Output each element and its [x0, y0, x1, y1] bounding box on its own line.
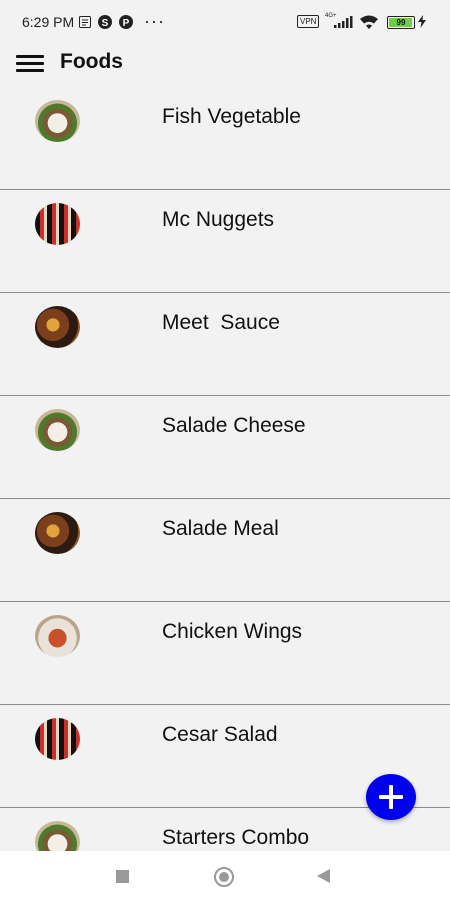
food-thumbnail — [35, 306, 80, 348]
recent-apps-button[interactable] — [116, 870, 129, 883]
food-thumbnail — [35, 615, 80, 657]
food-name: Starters Combo — [162, 826, 310, 849]
signal-icon — [334, 16, 353, 28]
app-bar: Foods — [0, 44, 450, 96]
battery-level: 99 — [396, 18, 406, 27]
food-name: Meet Sauce — [162, 311, 280, 334]
food-thumbnail — [35, 512, 80, 554]
food-thumbnail — [35, 409, 80, 451]
s-app-icon: S — [98, 15, 112, 29]
wifi-icon — [360, 15, 378, 29]
list-item[interactable]: Fish Vegetable — [0, 96, 450, 190]
system-nav-bar — [0, 851, 450, 900]
food-name: Chicken Wings — [162, 620, 303, 643]
list-item[interactable]: Chicken Wings — [0, 602, 450, 705]
list-item[interactable]: Mc Nuggets — [0, 190, 450, 293]
status-bar: 6:29 PM S P ··· VPN 4G+ 99 — [0, 0, 450, 44]
svg-text:S: S — [102, 18, 109, 29]
food-name: Cesar Salad — [162, 723, 278, 746]
notes-icon — [79, 16, 91, 28]
battery-icon: 99 — [387, 16, 415, 29]
status-time: 6:29 PM — [22, 14, 75, 30]
vpn-badge: VPN — [297, 15, 320, 28]
food-thumbnail — [35, 100, 80, 142]
add-food-button[interactable] — [366, 774, 416, 820]
list-item[interactable]: Meet Sauce — [0, 293, 450, 396]
food-list[interactable]: Fish Vegetable Mc Nuggets Meet Sauce Sal… — [0, 96, 450, 851]
food-name: Salade Cheese — [162, 414, 306, 437]
back-button[interactable] — [317, 869, 330, 883]
food-thumbnail — [35, 821, 80, 851]
p-app-icon: P — [119, 15, 133, 29]
page-title: Foods — [60, 50, 123, 73]
food-name: Salade Meal — [162, 517, 279, 540]
food-name: Mc Nuggets — [162, 208, 275, 231]
list-item[interactable]: Salade Meal — [0, 499, 450, 602]
food-thumbnail — [35, 203, 80, 245]
list-item[interactable]: Salade Cheese — [0, 396, 450, 499]
charging-icon — [418, 15, 426, 28]
home-button[interactable] — [214, 867, 234, 887]
more-notifications-icon: ··· — [144, 11, 165, 31]
food-thumbnail — [35, 718, 80, 760]
food-name: Fish Vegetable — [162, 105, 301, 128]
svg-text:P: P — [123, 18, 130, 29]
hamburger-menu-icon[interactable] — [16, 52, 46, 76]
